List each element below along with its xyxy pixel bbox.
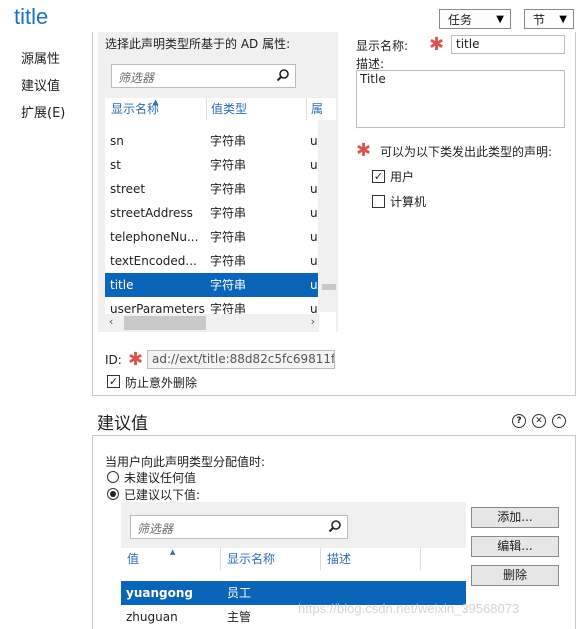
nav-item-suggested[interactable]: 建议值 [21,75,60,94]
column-divider [420,548,421,570]
column-divider [320,548,321,570]
attr-row[interactable]: telephoneNu... 字符串 u [105,225,319,249]
add-button[interactable]: 添加... [471,507,559,528]
radio-no-values-label: 未建议任何值 [124,471,197,485]
attr-list: 显示名称 ▲ 值类型 属 sn 字符串 u st 字符串 u street 字符串 u st… [105,98,336,332]
scroll-thumb[interactable] [322,284,336,290]
attr-caption: 选择此声明类型所基于的 AD 属性: [105,37,291,51]
sort-asc-icon: ▲ [170,548,176,556]
attr-row[interactable]: sn 字符串 u [105,129,319,153]
column-header-value-type[interactable]: 值类型 [211,98,247,120]
id-field[interactable]: ad://ext/title:88d82c5fc69811f6 [147,350,335,369]
display-name-label: 显示名称: [356,39,409,53]
help-icon[interactable]: ? [512,414,526,428]
search-icon[interactable] [276,68,290,82]
column-header-display-name[interactable]: 显示名称 [227,548,275,570]
nav-item-extensions[interactable]: 扩展(E) [21,102,65,121]
computer-label: 计算机 [390,195,427,209]
id-label: ID: [105,353,122,367]
column-divider [220,548,221,570]
user-checkbox[interactable]: ✓ [372,170,385,183]
required-asterisk-icon: ✱ [128,349,144,370]
user-label: 用户 [390,170,415,184]
attr-row[interactable]: st 字符串 u [105,153,319,177]
attr-row[interactable]: streetAddress 字符串 u [105,201,319,225]
attr-list-vscrollbar[interactable] [318,120,336,312]
close-icon[interactable]: ✕ [532,414,546,428]
prevent-delete-label: 防止意外删除 [125,376,198,390]
collapse-icon[interactable]: ⌃ [552,414,566,428]
suggested-prompt: 当用户向此声明类型分配值时: [105,455,266,469]
dropdown-arrow-icon: ▼ [496,14,504,25]
values-filter-input[interactable]: 筛选器 [130,515,348,539]
filter-placeholder: 筛选器 [137,522,174,536]
watermark: https://blog.csdn.net/weixin_39568073 [298,601,520,616]
edit-button[interactable]: 编辑... [471,536,559,557]
description-field[interactable]: Title [356,70,565,128]
issue-class-label: 可以为以下类发出此类型的声明: [380,145,553,159]
filter-placeholder: 筛选器 [118,71,155,85]
sort-asc-icon: ▲ [153,98,159,106]
scroll-left-icon[interactable]: ‹ [109,315,113,328]
attr-row-selected[interactable]: title 字符串 u [105,273,319,297]
radio-suggest-values[interactable] [107,488,119,500]
radio-no-values[interactable] [107,471,119,483]
column-header-description[interactable]: 描述 [327,548,351,570]
column-header-attr[interactable]: 属 [311,98,323,120]
suggested-values-list: 值 ▲ 显示名称 描述 yuangong 员工 zhuguan 主管 [121,548,466,629]
required-asterisk-icon: ✱ [429,34,445,55]
required-asterisk-icon: ✱ [356,140,372,161]
computer-checkbox[interactable] [372,195,385,208]
delete-button[interactable]: 删除 [471,565,559,586]
nav-item-source-attr[interactable]: 源属性 [21,48,60,67]
suggested-title: 建议值 [97,414,148,434]
display-name-field[interactable]: title [451,35,565,54]
scroll-right-icon[interactable]: › [311,315,315,328]
prevent-delete-checkbox[interactable]: ✓ [107,375,120,388]
radio-suggest-values-label: 已建议以下值: [124,488,201,502]
task-dropdown-label: 任务 [448,12,473,27]
suggested-section-header [92,405,576,435]
section-dropdown-label: 节 [533,12,546,27]
section-dropdown[interactable]: 节 ▼ [524,9,574,29]
page-title: title [14,4,49,29]
attr-row[interactable]: textEncoded... 字符串 u [105,249,319,273]
column-divider [306,98,307,120]
column-divider [206,98,207,120]
column-header-value[interactable]: 值 ▲ [127,548,175,570]
search-icon[interactable] [328,519,342,533]
task-dropdown[interactable]: 任务 ▼ [439,9,511,29]
scroll-thumb[interactable] [124,316,206,330]
column-header-display-name[interactable]: 显示名称 ▲ [111,98,159,120]
attr-row[interactable]: street 字符串 u [105,177,319,201]
attr-filter-input[interactable]: 筛选器 [111,64,296,88]
dropdown-arrow-icon: ▼ [559,14,567,25]
